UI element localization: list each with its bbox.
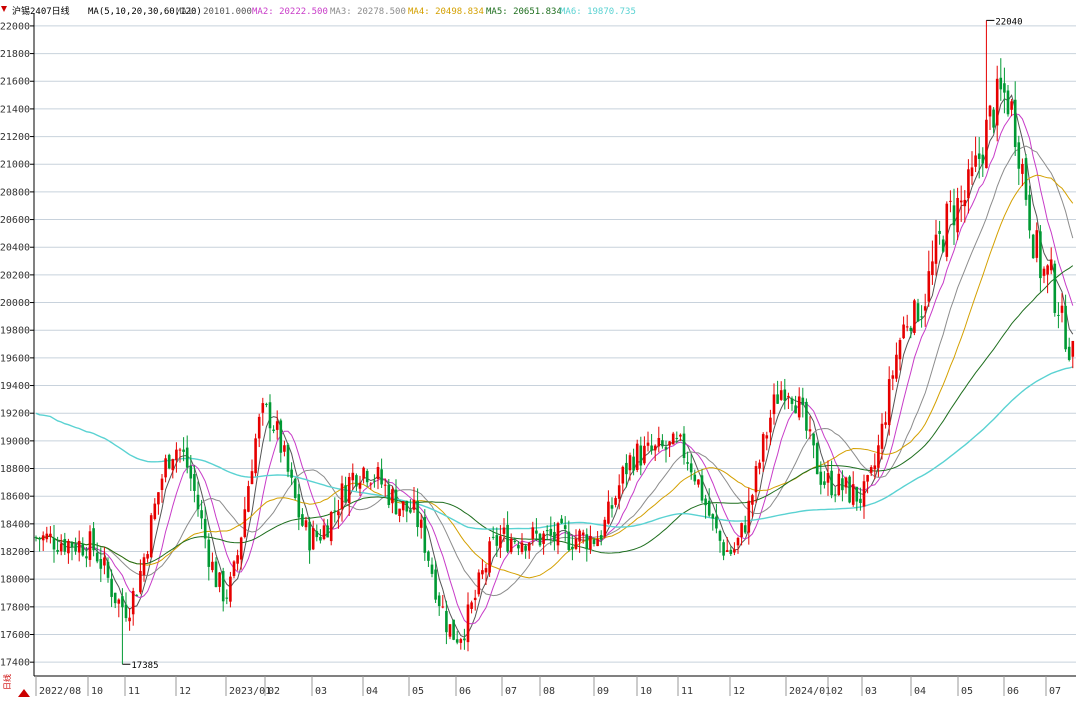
x-tick-label: 2022/08	[39, 686, 81, 697]
candle	[603, 516, 607, 539]
candle	[1024, 154, 1028, 206]
x-tick-label: 02	[831, 686, 843, 697]
x-tick-label: 02	[268, 686, 280, 697]
candle	[214, 557, 218, 588]
kline-chart: 17400 17600 17800 18000 18200 18400 18600 18800…	[0, 0, 1080, 699]
candle	[538, 532, 542, 548]
y-tick-label: 21200	[0, 132, 30, 143]
candle	[671, 431, 675, 445]
candle	[452, 619, 455, 641]
y-tick-label: 17600	[0, 630, 30, 641]
y-tick-label: 22000	[0, 21, 30, 32]
y-tick-label: 21400	[0, 104, 30, 115]
candle	[254, 433, 257, 477]
candle	[329, 510, 333, 546]
y-tick-label: 18400	[0, 519, 30, 530]
symbol-label: 沪锡2407日线	[12, 5, 70, 17]
ma6-label: MA6: 19870.735	[560, 7, 636, 17]
candle	[815, 441, 819, 475]
candle	[913, 298, 916, 336]
y-tick-label: 19800	[0, 326, 30, 337]
x-tick-label: 10	[640, 686, 652, 697]
y-tick-label: 18200	[0, 547, 30, 558]
x-tick-label: 12	[179, 686, 191, 697]
ma1-label: MA1: 20101.000	[176, 7, 252, 17]
high-annotation: 22040	[995, 17, 1022, 27]
x-tick-label: 11	[128, 686, 140, 697]
x-tick-label: 12	[733, 686, 745, 697]
x-tick-label: 11	[681, 686, 693, 697]
x-tick-label: 2024/01	[789, 686, 831, 697]
x-tick-label: 08	[543, 686, 555, 697]
ma3-label: MA3: 20278.500	[330, 7, 406, 17]
x-tick-label: 06	[459, 686, 471, 697]
period-label: 日线	[2, 674, 12, 690]
candle	[1031, 233, 1035, 259]
y-tick-label: 19000	[0, 436, 30, 447]
ma5-label: MA5: 20651.834	[486, 7, 562, 17]
y-tick-label: 20400	[0, 243, 30, 254]
x-tick-label: 03	[315, 686, 327, 697]
x-tick-label: 04	[914, 686, 926, 697]
y-tick-label: 18000	[0, 575, 30, 586]
y-tick-label: 20800	[0, 187, 30, 198]
y-tick-label: 17400	[0, 658, 30, 669]
y-tick-label: 21800	[0, 49, 30, 60]
ma2-label: MA2: 20222.500	[252, 7, 328, 17]
low-annotation: 17385	[131, 661, 158, 671]
candle	[477, 569, 481, 597]
candle	[848, 475, 851, 504]
y-tick-label: 19200	[0, 409, 30, 420]
chart-canvas: 17400 17600 17800 18000 18200 18400 18600 18800…	[0, 0, 1080, 699]
y-tick-label: 20600	[0, 215, 30, 226]
x-tick-label: 07	[505, 686, 517, 697]
ma4-label: MA4: 20498.834	[408, 7, 484, 17]
candle	[945, 201, 949, 262]
y-tick-label: 20200	[0, 270, 30, 281]
y-tick-label: 19400	[0, 381, 30, 392]
candle	[232, 560, 236, 579]
y-tick-label: 18800	[0, 464, 30, 475]
x-tick-label: 03	[865, 686, 877, 697]
x-tick-label: 04	[366, 686, 378, 697]
x-tick-label: 10	[91, 686, 103, 697]
x-tick-label: 06	[1007, 686, 1019, 697]
y-tick-label: 17800	[0, 602, 30, 613]
y-tick-label: 20000	[0, 298, 30, 309]
y-tick-label: 21600	[0, 77, 30, 88]
x-tick-label: 07	[1049, 686, 1061, 697]
y-tick-label: 21000	[0, 160, 30, 171]
candle	[635, 439, 639, 473]
candle	[293, 477, 297, 500]
x-tick-label: 05	[961, 686, 973, 697]
candle	[1053, 260, 1057, 317]
candle	[488, 536, 491, 577]
candle	[167, 453, 171, 470]
y-tick-label: 18600	[0, 492, 30, 503]
x-tick-label: 09	[597, 686, 609, 697]
candle	[149, 512, 153, 558]
x-tick-label: 05	[412, 686, 424, 697]
y-tick-label: 19600	[0, 353, 30, 364]
